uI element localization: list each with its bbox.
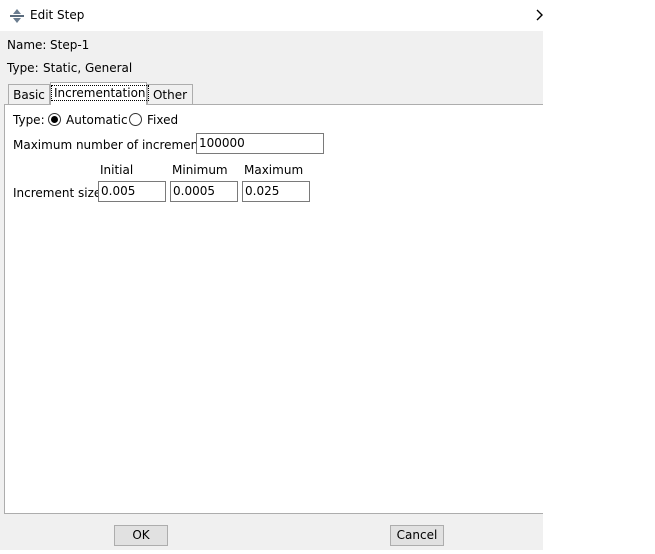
- minimum-increment-field[interactable]: 0.0005: [170, 181, 238, 202]
- automatic-radio[interactable]: [48, 113, 61, 126]
- fixed-radio-label[interactable]: Fixed: [147, 113, 178, 127]
- close-icon[interactable]: [533, 4, 547, 26]
- maximum-header: Maximum: [244, 163, 304, 177]
- initial-header: Initial: [100, 163, 134, 177]
- title-bar[interactable]: Edit Step: [0, 0, 543, 31]
- tab-other[interactable]: Other: [147, 84, 193, 104]
- ok-button[interactable]: OK: [114, 525, 168, 546]
- initial-increment-field[interactable]: 0.005: [98, 181, 166, 202]
- edit-step-dialog: Edit Step Name: Step-1 Type: Static, Gen…: [0, 0, 543, 550]
- automatic-radio-label[interactable]: Automatic: [66, 113, 128, 127]
- tab-incrementation[interactable]: Incrementation: [50, 82, 149, 105]
- minimum-header: Minimum: [172, 163, 228, 177]
- tab-other-label: Other: [152, 88, 188, 102]
- max-increments-label: Maximum number of increments:: [13, 138, 214, 152]
- type-value: Static, General: [43, 61, 133, 75]
- max-increments-field[interactable]: 100000: [196, 133, 324, 154]
- tab-incrementation-label: Incrementation: [51, 85, 149, 101]
- tab-basic-label: Basic: [13, 88, 45, 102]
- step-icon: [10, 9, 24, 23]
- cancel-button[interactable]: Cancel: [390, 525, 444, 546]
- window-title: Edit Step: [30, 8, 85, 22]
- name-value: Step-1: [50, 38, 90, 52]
- fixed-radio[interactable]: [129, 113, 142, 126]
- maximum-increment-field[interactable]: 0.025: [242, 181, 310, 202]
- tab-basic[interactable]: Basic: [8, 84, 50, 104]
- increment-type-label: Type:: [13, 113, 45, 127]
- name-label: Name:: [7, 38, 47, 52]
- increment-size-label: Increment size:: [13, 186, 106, 200]
- type-label: Type:: [7, 61, 39, 75]
